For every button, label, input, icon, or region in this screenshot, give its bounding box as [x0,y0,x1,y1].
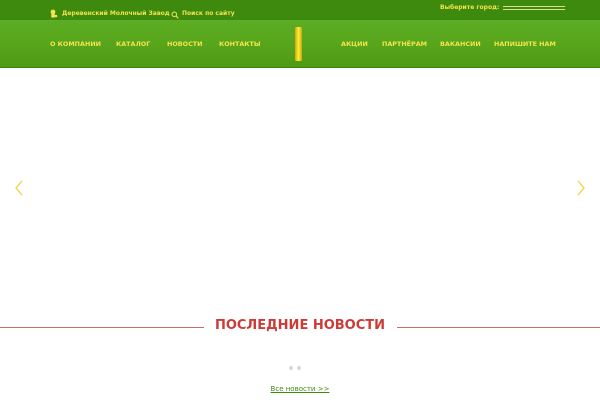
site-logo[interactable] [295,27,302,61]
nav-item-vacancies[interactable]: ВАКАНСИИ [440,40,481,48]
nav-item-catalog[interactable]: КАТАЛОГ [116,40,150,48]
city-picker: Выберите город: [440,4,566,11]
nav-item-contacts[interactable]: КОНТАКТЫ [219,40,261,48]
main-navigation: О КОМПАНИИ КАТАЛОГ НОВОСТИ КОНТАКТЫ АКЦИ… [0,20,600,68]
search-label: Поиск по сайту [182,10,235,17]
nav-item-contact-us[interactable]: НАПИШИТЕ НАМ [494,40,556,48]
news-section-title: ПОСЛЕДНИЕ НОВОСТИ [214,318,386,333]
brand-name: Деревенский Молочный Завод [62,10,170,17]
news-pager-dot[interactable] [289,366,293,370]
city-select[interactable] [503,5,566,10]
news-divider-left [0,327,204,328]
all-news-link[interactable]: Все новости >> [200,385,400,393]
nav-item-promotions[interactable]: АКЦИИ [341,40,368,48]
news-pager-dot[interactable] [297,366,301,370]
nav-item-partners[interactable]: ПАРТНЁРАМ [382,40,427,48]
slider-prev-button[interactable] [14,180,24,200]
city-label: Выберите город: [440,4,500,11]
news-divider-right [397,327,600,328]
nav-item-about[interactable]: О КОМПАНИИ [50,40,101,48]
news-pager [289,366,301,370]
slider-next-button[interactable] [576,180,586,200]
chevron-right-icon [577,180,585,196]
nav-item-news[interactable]: НОВОСТИ [167,40,202,48]
chevron-left-icon [15,180,23,196]
top-bar: Деревенский Молочный Завод Поиск по сайт… [0,0,600,20]
